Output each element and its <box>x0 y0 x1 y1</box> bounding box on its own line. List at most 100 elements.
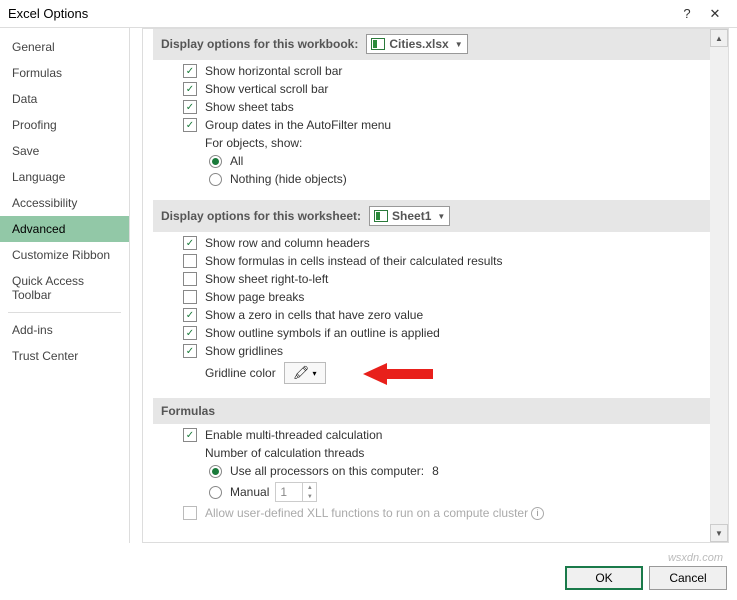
opt-outline[interactable]: Show outline symbols if an outline is ap… <box>183 326 718 340</box>
opt-tabs[interactable]: Show sheet tabs <box>183 100 718 114</box>
radio-icon <box>209 173 222 186</box>
opt-zero[interactable]: Show a zero in cells that have zero valu… <box>183 308 718 322</box>
sidebar-item-trust-center[interactable]: Trust Center <box>0 343 129 369</box>
help-button[interactable]: ? <box>673 4 701 24</box>
objects-show-label: For objects, show: <box>183 136 718 150</box>
checkbox-icon <box>183 344 197 358</box>
opt-tabs-label: Show sheet tabs <box>205 100 294 114</box>
checkbox-icon <box>183 326 197 340</box>
opt-show-formulas[interactable]: Show formulas in cells instead of their … <box>183 254 718 268</box>
checkbox-icon <box>183 428 197 442</box>
section-formulas: Formulas <box>153 398 718 424</box>
sidebar: General Formulas Data Proofing Save Lang… <box>0 28 130 543</box>
checkbox-icon <box>183 100 197 114</box>
checkbox-icon <box>183 118 197 132</box>
sidebar-item-general[interactable]: General <box>0 34 129 60</box>
radio-icon <box>209 486 222 499</box>
opt-all-processors-label: Use all processors on this computer: <box>230 464 424 478</box>
workbook-dropdown[interactable]: Cities.xlsx ▼ <box>366 34 467 54</box>
ok-button[interactable]: OK <box>565 566 643 590</box>
sidebar-item-language[interactable]: Language <box>0 164 129 190</box>
opt-hscroll-label: Show horizontal scroll bar <box>205 64 342 78</box>
checkbox-icon <box>183 308 197 322</box>
checkbox-icon <box>183 272 197 286</box>
opt-headers-label: Show row and column headers <box>205 236 370 250</box>
opt-vscroll[interactable]: Show vertical scroll bar <box>183 82 718 96</box>
radio-icon <box>209 465 222 478</box>
opt-objects-nothing[interactable]: Nothing (hide objects) <box>209 172 718 186</box>
opt-rtl[interactable]: Show sheet right-to-left <box>183 272 718 286</box>
opt-vscroll-label: Show vertical scroll bar <box>205 82 328 96</box>
scrollbar-track[interactable] <box>712 49 726 522</box>
opt-rtl-label: Show sheet right-to-left <box>205 272 328 286</box>
section-workbook-label: Display options for this workbook: <box>161 37 358 51</box>
sidebar-item-formulas[interactable]: Formulas <box>0 60 129 86</box>
opt-objects-all[interactable]: All <box>209 154 718 168</box>
titlebar: Excel Options ? ✕ <box>0 0 737 28</box>
opt-objects-all-label: All <box>230 154 243 168</box>
section-worksheet: Display options for this worksheet: Shee… <box>153 200 718 232</box>
watermark: wsxdn.com <box>668 552 723 564</box>
scroll-down-button[interactable]: ▼ <box>710 524 728 542</box>
vertical-scrollbar[interactable]: ▲ ▼ <box>710 29 728 542</box>
sidebar-separator <box>8 312 121 313</box>
options-panel: Display options for this workbook: Citie… <box>142 28 729 543</box>
info-icon[interactable]: i <box>531 507 544 520</box>
chevron-down-icon: ▼ <box>455 40 463 49</box>
paint-bucket-icon: 🖍 <box>293 365 310 381</box>
sidebar-item-customize-ribbon[interactable]: Customize Ribbon <box>0 242 129 268</box>
scroll-up-button[interactable]: ▲ <box>710 29 728 47</box>
opt-manual-label: Manual <box>230 485 269 499</box>
cancel-button[interactable]: Cancel <box>649 566 727 590</box>
opt-xll-label: Allow user-defined XLL functions to run … <box>205 506 528 520</box>
opt-gridlines[interactable]: Show gridlines <box>183 344 718 358</box>
content: Display options for this workbook: Citie… <box>130 28 737 543</box>
section-worksheet-label: Display options for this worksheet: <box>161 209 361 223</box>
opt-multithread[interactable]: Enable multi-threaded calculation <box>183 428 718 442</box>
opt-outline-label: Show outline symbols if an outline is ap… <box>205 326 440 340</box>
main: General Formulas Data Proofing Save Lang… <box>0 28 737 543</box>
opt-manual-threads[interactable]: Manual 1 ▲▼ <box>209 482 718 502</box>
opt-multithread-label: Enable multi-threaded calculation <box>205 428 382 442</box>
sidebar-item-addins[interactable]: Add-ins <box>0 317 129 343</box>
spinner-buttons[interactable]: ▲▼ <box>302 483 316 501</box>
worksheet-dropdown[interactable]: Sheet1 ▼ <box>369 206 450 226</box>
sidebar-item-quick-access[interactable]: Quick Access Toolbar <box>0 268 129 308</box>
gridline-color-button[interactable]: 🖍 ▾ <box>284 362 326 384</box>
opt-group-dates[interactable]: Group dates in the AutoFilter menu <box>183 118 718 132</box>
opt-gridline-color-label: Gridline color <box>205 366 276 380</box>
processor-count: 8 <box>432 464 439 478</box>
opt-all-processors[interactable]: Use all processors on this computer: 8 <box>209 464 718 478</box>
checkbox-icon <box>183 82 197 96</box>
chevron-down-icon: ▾ <box>312 369 316 378</box>
spinner-value: 1 <box>280 485 287 499</box>
section-workbook: Display options for this workbook: Citie… <box>153 28 718 60</box>
opt-gridlines-label: Show gridlines <box>205 344 283 358</box>
chevron-down-icon: ▼ <box>437 212 445 221</box>
threads-label: Number of calculation threads <box>183 446 718 460</box>
sidebar-item-proofing[interactable]: Proofing <box>0 112 129 138</box>
sidebar-item-data[interactable]: Data <box>0 86 129 112</box>
checkbox-icon <box>183 236 197 250</box>
opt-gridline-color: Gridline color 🖍 ▾ <box>183 362 718 384</box>
sidebar-item-advanced[interactable]: Advanced <box>0 216 129 242</box>
worksheet-icon <box>374 210 388 222</box>
opt-xll-cluster: Allow user-defined XLL functions to run … <box>183 506 718 520</box>
opt-group-dates-label: Group dates in the AutoFilter menu <box>205 118 391 132</box>
dialog-footer: OK Cancel <box>565 566 727 590</box>
sidebar-item-save[interactable]: Save <box>0 138 129 164</box>
worksheet-dropdown-value: Sheet1 <box>392 209 431 223</box>
opt-page-breaks-label: Show page breaks <box>205 290 304 304</box>
checkbox-icon <box>183 506 197 520</box>
workbook-dropdown-value: Cities.xlsx <box>389 37 448 51</box>
sidebar-item-accessibility[interactable]: Accessibility <box>0 190 129 216</box>
checkbox-icon <box>183 254 197 268</box>
close-button[interactable]: ✕ <box>701 4 729 24</box>
manual-thread-spinner[interactable]: 1 ▲▼ <box>275 482 317 502</box>
opt-headers[interactable]: Show row and column headers <box>183 236 718 250</box>
opt-show-formulas-label: Show formulas in cells instead of their … <box>205 254 502 268</box>
checkbox-icon <box>183 290 197 304</box>
opt-hscroll[interactable]: Show horizontal scroll bar <box>183 64 718 78</box>
radio-icon <box>209 155 222 168</box>
opt-page-breaks[interactable]: Show page breaks <box>183 290 718 304</box>
